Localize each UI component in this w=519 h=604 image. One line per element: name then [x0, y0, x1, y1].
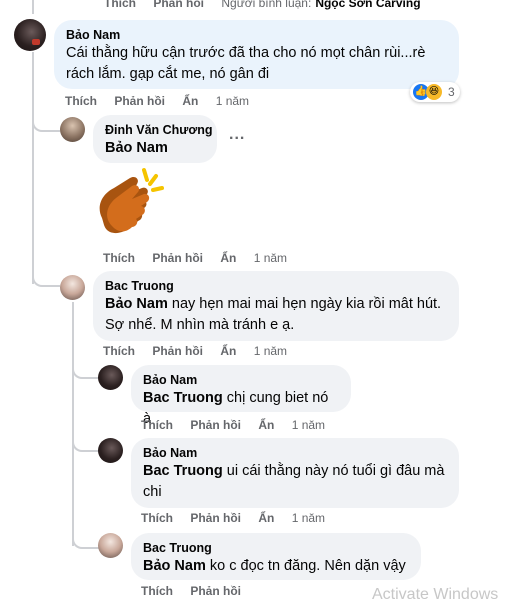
- timestamp[interactable]: 1 năm: [292, 418, 325, 432]
- comment-actions: Thích Phản hồi Ẩn 1 năm: [65, 94, 263, 108]
- thread-connector: [32, 110, 60, 132]
- thread-line-main: [32, 52, 34, 284]
- reaction-count: 3: [448, 85, 455, 99]
- reply-button[interactable]: Phản hồi: [190, 584, 241, 598]
- hide-button[interactable]: Ẩn: [258, 511, 274, 525]
- avatar-accent: [32, 39, 40, 45]
- mention-link[interactable]: Bảo Nam: [143, 558, 206, 574]
- clapping-hands-sticker: [92, 166, 168, 242]
- reaction-summary[interactable]: 👍 😆 3: [410, 82, 460, 102]
- timestamp[interactable]: 1 năm: [216, 94, 249, 108]
- comment-author[interactable]: Đinh Văn Chương: [105, 122, 213, 138]
- avatar[interactable]: [14, 19, 46, 51]
- comment-bubble: Bac Truong Bảo Nam ko c đọc tn đăng. Nên…: [131, 533, 421, 580]
- haha-reaction-icon: 😆: [426, 84, 442, 100]
- thread-connector: [72, 357, 100, 379]
- comment-bubble: Bac Truong Bảo Nam nay hẹn mai mai hẹn n…: [93, 271, 459, 341]
- comment-bubble: Bảo Nam Bac Truong chị cung biet nó à: [131, 365, 351, 427]
- timestamp[interactable]: 1 năm: [254, 344, 287, 358]
- reply-button[interactable]: Phản hồi: [152, 344, 203, 358]
- comment-actions: Thích Phản hồi Ẩn 1 năm: [141, 511, 339, 525]
- comment-author[interactable]: Bảo Nam: [66, 27, 447, 43]
- avatar[interactable]: [98, 533, 123, 558]
- avatar[interactable]: [98, 438, 123, 463]
- comment-author[interactable]: Bảo Nam: [143, 372, 339, 388]
- commenter-name[interactable]: Ngọc Sơn Carving: [315, 0, 420, 10]
- commenter-label: Người bình luận:: [221, 0, 312, 10]
- reply-button[interactable]: Phản hồi: [114, 94, 165, 108]
- timestamp[interactable]: 1 năm: [254, 251, 287, 265]
- like-button[interactable]: Thích: [141, 584, 173, 598]
- comment-author[interactable]: Bac Truong: [105, 278, 447, 294]
- mention-link[interactable]: Bac Truong: [143, 390, 223, 406]
- top-thread-line: [32, 0, 34, 14]
- comment-actions: Thích Phản hồi Ẩn 1 năm: [103, 344, 301, 358]
- activate-windows-watermark: Activate Windows: [372, 586, 499, 603]
- avatar[interactable]: [98, 365, 123, 390]
- hide-button[interactable]: Ẩn: [220, 251, 236, 265]
- hide-button[interactable]: Ẩn: [182, 94, 198, 108]
- like-button[interactable]: Thích: [141, 418, 173, 432]
- thread-connector: [32, 265, 60, 287]
- comment-author[interactable]: Bac Truong: [143, 540, 409, 556]
- like-button[interactable]: Thích: [65, 94, 97, 108]
- reply-button[interactable]: Phản hồi: [190, 511, 241, 525]
- clapping-hands-icon: [99, 168, 164, 234]
- timestamp[interactable]: 1 năm: [292, 511, 325, 525]
- thread-connector: [72, 430, 100, 452]
- comment-bubble: Bảo Nam Bac Truong ui cái thằng này nó t…: [131, 438, 459, 508]
- comment-bubble: Bảo Nam Cái thằng hữu cận trước đã tha c…: [54, 20, 459, 89]
- comment-author[interactable]: Bảo Nam: [143, 445, 447, 461]
- comment-body: ko c đọc tn đăng. Nên dặn vậy: [205, 558, 406, 574]
- like-button[interactable]: Thích: [103, 251, 135, 265]
- comment-text: Bảo Nam nay hẹn mai mai hẹn ngày kia rồi…: [105, 294, 447, 336]
- like-button[interactable]: Thích: [103, 344, 135, 358]
- hide-button[interactable]: Ẩn: [258, 418, 274, 432]
- hide-button[interactable]: Ẩn: [220, 344, 236, 358]
- reply-button[interactable]: Phản hồi: [153, 0, 204, 10]
- comment-text: Cái thằng hữu cận trước đã tha cho nó mọ…: [66, 45, 426, 82]
- comment-text: Bac Truong ui cái thằng này nó tuổi gì đ…: [143, 461, 447, 503]
- mention-link[interactable]: Bac Truong: [143, 463, 223, 479]
- top-action-bar: Thích Phản hồi Người bình luận: Ngọc Sơn …: [104, 0, 435, 10]
- comment-actions: Thích Phản hồi: [141, 584, 255, 598]
- mention-link[interactable]: Bảo Nam: [105, 296, 168, 312]
- comment-text: Bảo Nam: [105, 138, 205, 159]
- comment-actions: Thích Phản hồi Ẩn 1 năm: [103, 251, 301, 265]
- thread-connector: [72, 527, 100, 549]
- avatar[interactable]: [60, 275, 85, 300]
- comment-actions: Thích Phản hồi Ẩn 1 năm: [141, 418, 339, 432]
- comment-bubble: Đinh Văn Chương Bảo Nam: [93, 115, 217, 163]
- comment-text: Bảo Nam ko c đọc tn đăng. Nên dặn vậy: [143, 556, 409, 577]
- like-button[interactable]: Thích: [104, 0, 136, 10]
- reply-button[interactable]: Phản hồi: [152, 251, 203, 265]
- thread-line-nested: [72, 302, 74, 546]
- mention-link[interactable]: Bảo Nam: [105, 140, 168, 156]
- like-button[interactable]: Thích: [141, 511, 173, 525]
- reply-button[interactable]: Phản hồi: [190, 418, 241, 432]
- more-options-button[interactable]: ...: [229, 126, 245, 144]
- avatar[interactable]: [60, 117, 85, 142]
